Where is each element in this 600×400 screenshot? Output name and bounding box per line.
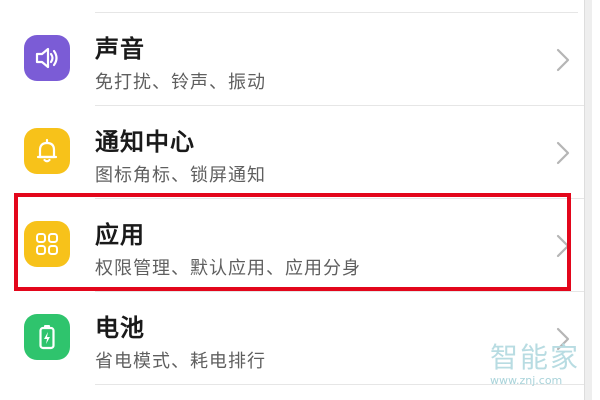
battery-icon (24, 314, 70, 360)
highlight-box (14, 193, 571, 291)
settings-item-subtitle: 免打扰、铃声、振动 (95, 72, 266, 93)
settings-item-title: 通知中心 (95, 128, 195, 156)
settings-item-subtitle: 省电模式、耗电排行 (95, 351, 266, 372)
settings-item-title: 电池 (95, 314, 145, 342)
speaker-icon (24, 35, 70, 81)
watermark-text: 智能家 (490, 341, 581, 374)
bell-icon (24, 128, 70, 174)
watermark-url: www.znj.com (490, 374, 563, 387)
chevron-right-icon (556, 48, 570, 72)
chevron-right-icon (556, 141, 570, 165)
settings-item-notification-center[interactable]: 通知中心 图标角标、锁屏通知 (0, 106, 584, 199)
watermark: 智能家 www.znj.com (488, 336, 592, 392)
settings-item-title: 声音 (95, 35, 145, 63)
settings-item-subtitle: 图标角标、锁屏通知 (95, 165, 266, 186)
settings-item-sound[interactable]: 声音 免打扰、铃声、振动 (0, 13, 584, 106)
